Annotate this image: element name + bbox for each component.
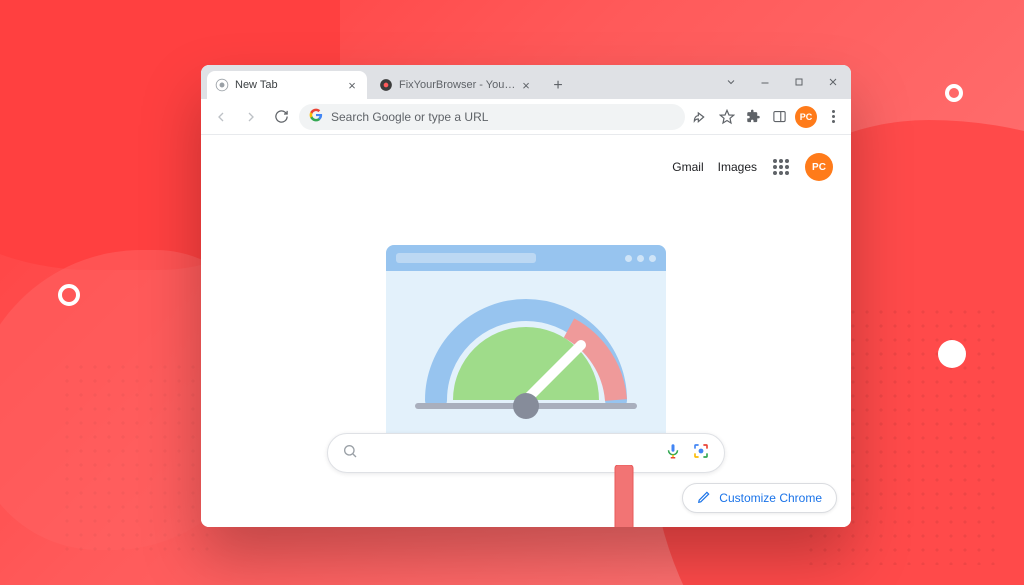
maximize-button[interactable] bbox=[785, 71, 813, 93]
side-panel-icon[interactable] bbox=[769, 107, 789, 127]
omnibox[interactable]: Search Google or type a URL bbox=[299, 104, 685, 130]
pointer-arrow-icon bbox=[601, 465, 647, 527]
tab-close-button[interactable]: × bbox=[345, 78, 359, 92]
reload-button[interactable] bbox=[269, 105, 293, 129]
window-controls bbox=[717, 71, 851, 99]
back-button[interactable] bbox=[209, 105, 233, 129]
bookmark-star-icon[interactable] bbox=[717, 107, 737, 127]
site-favicon-icon bbox=[379, 78, 393, 92]
tab-search-button[interactable] bbox=[717, 71, 745, 93]
tab-strip: New Tab × FixYourBrowser - Your Trusted … bbox=[201, 65, 571, 99]
share-icon[interactable] bbox=[691, 107, 711, 127]
google-g-icon bbox=[309, 108, 323, 125]
pencil-icon bbox=[697, 490, 711, 507]
speed-gauge-illustration bbox=[386, 245, 666, 447]
forward-button[interactable] bbox=[239, 105, 263, 129]
gmail-link[interactable]: Gmail bbox=[672, 160, 703, 174]
tab-new-tab[interactable]: New Tab × bbox=[207, 71, 367, 99]
header-shortcuts: Gmail Images PC bbox=[672, 153, 833, 181]
tab-fixyourbrowser[interactable]: FixYourBrowser - Your Trusted S × bbox=[371, 71, 541, 99]
customize-chrome-label: Customize Chrome bbox=[719, 491, 822, 505]
extensions-icon[interactable] bbox=[743, 107, 763, 127]
customize-chrome-button[interactable]: Customize Chrome bbox=[682, 483, 837, 513]
omnibox-placeholder: Search Google or type a URL bbox=[331, 110, 488, 124]
search-icon bbox=[342, 443, 358, 464]
lens-search-icon[interactable] bbox=[692, 442, 710, 465]
google-apps-icon[interactable] bbox=[771, 157, 791, 177]
search-box[interactable] bbox=[327, 433, 725, 473]
tab-title: FixYourBrowser - Your Trusted S bbox=[399, 79, 519, 91]
new-tab-page: Gmail Images PC bbox=[201, 135, 851, 527]
tab-close-button[interactable]: × bbox=[519, 78, 533, 92]
title-bar: New Tab × FixYourBrowser - Your Trusted … bbox=[201, 65, 851, 99]
toolbar: Search Google or type a URL PC bbox=[201, 99, 851, 135]
chrome-menu-button[interactable] bbox=[823, 107, 843, 127]
minimize-button[interactable] bbox=[751, 71, 779, 93]
chrome-window: New Tab × FixYourBrowser - Your Trusted … bbox=[201, 65, 851, 527]
profile-avatar-large[interactable]: PC bbox=[805, 153, 833, 181]
voice-search-icon[interactable] bbox=[664, 442, 682, 465]
profile-avatar[interactable]: PC bbox=[795, 106, 817, 128]
new-tab-button[interactable]: + bbox=[545, 73, 571, 99]
close-window-button[interactable] bbox=[819, 71, 847, 93]
chrome-favicon-icon bbox=[215, 78, 229, 92]
avatar-initials: PC bbox=[800, 112, 813, 122]
tab-title: New Tab bbox=[235, 79, 345, 91]
images-link[interactable]: Images bbox=[718, 160, 757, 174]
avatar-initials: PC bbox=[812, 162, 826, 173]
